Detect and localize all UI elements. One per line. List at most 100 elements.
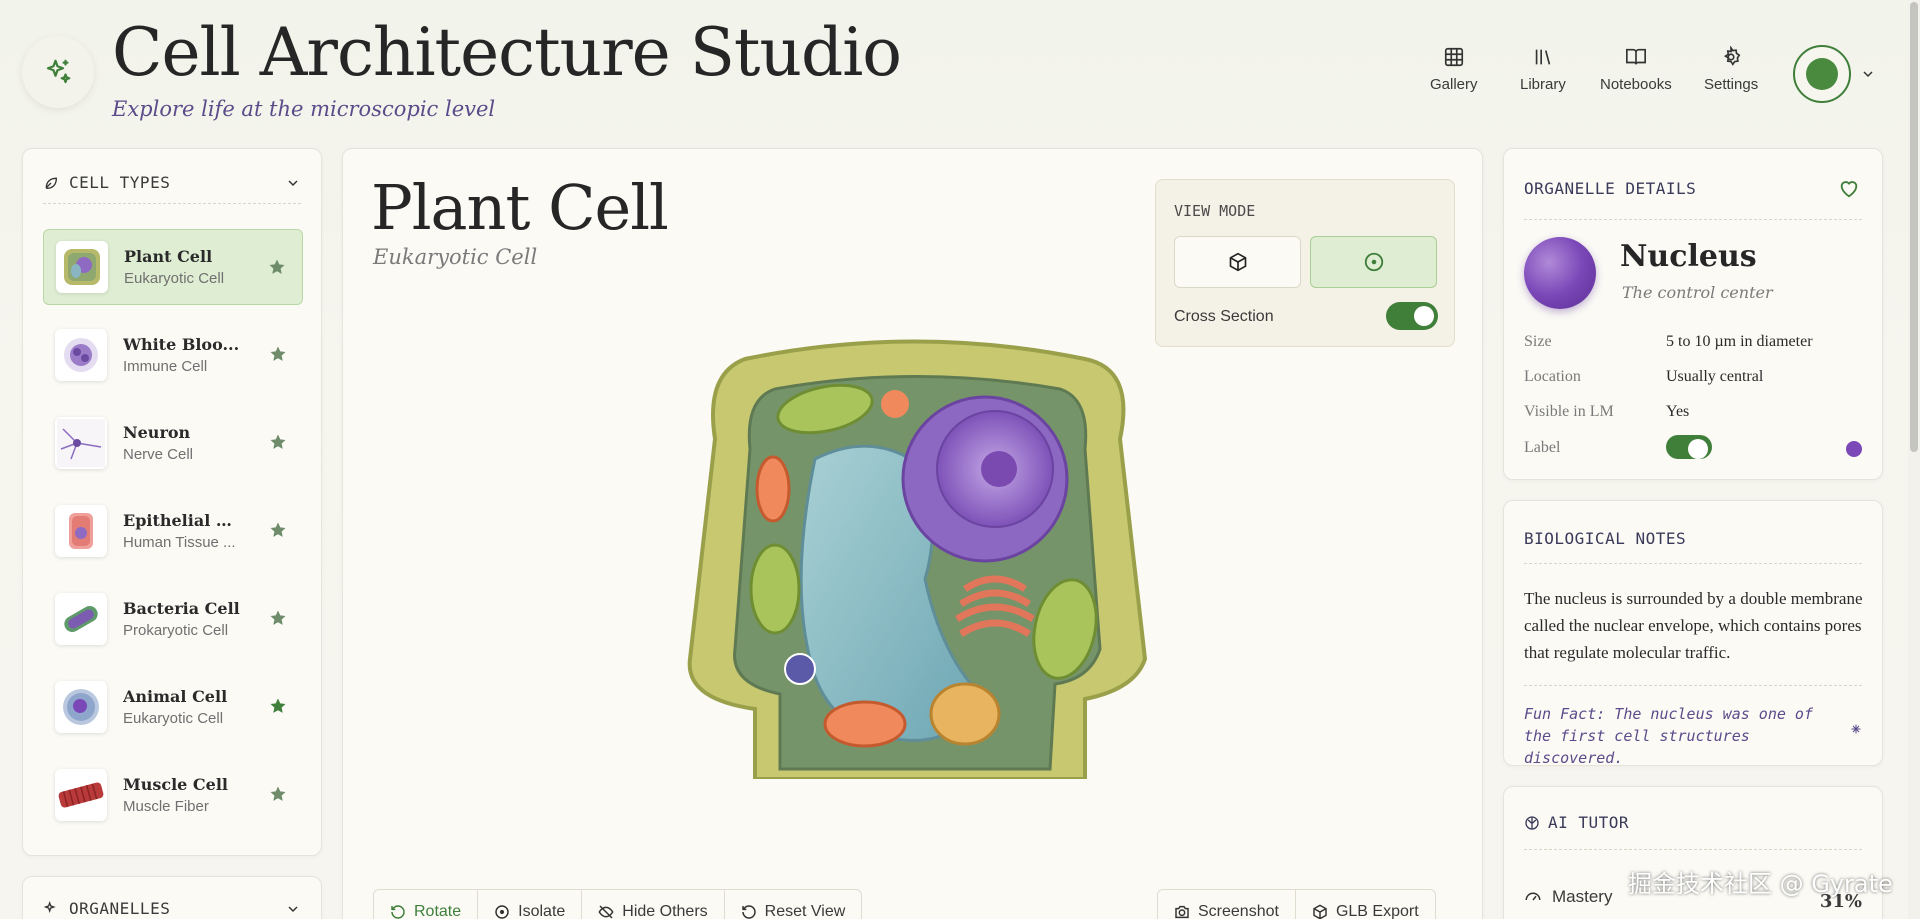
cross-section-label: Cross Section (1174, 308, 1274, 325)
star-icon[interactable] (268, 258, 286, 276)
view-cross-section-button[interactable] (1310, 236, 1437, 288)
export-toolbar: Screenshot GLB Export (1157, 889, 1436, 919)
screenshot-label: Screenshot (1198, 903, 1279, 919)
divider (1524, 563, 1862, 564)
hide-others-button[interactable]: Hide Others (582, 890, 725, 919)
neuron-thumbnail (55, 417, 107, 469)
cell-item-epithelial[interactable]: Epithelial Cell Human Tissue ... (43, 493, 303, 569)
organelles-header[interactable]: ORGANELLES (43, 899, 301, 918)
notes-text: The nucleus is surrounded by a double me… (1524, 589, 1863, 662)
reset-view-label: Reset View (764, 903, 846, 919)
brain-icon (1525, 815, 1539, 830)
viewer-panel: Plant Cell Eukaryotic Cell VIEW MODE Cro… (342, 148, 1483, 919)
cell-name: White Bloo... (123, 335, 240, 354)
star-icon[interactable] (269, 433, 287, 451)
watermark: 掘金技术社区 @ Gyrate (1628, 870, 1893, 898)
chevron-down-icon[interactable] (1860, 66, 1876, 82)
rotate-button[interactable]: Rotate (374, 890, 479, 919)
cell-name: Neuron (123, 423, 191, 442)
cell-item-animal[interactable]: Animal Cell Eukaryotic Cell (43, 669, 303, 745)
glb-export-button[interactable]: GLB Export (1296, 890, 1435, 919)
star-icon[interactable] (269, 785, 287, 803)
view-3d-button[interactable] (1174, 236, 1301, 288)
nav-settings[interactable]: Settings (1704, 46, 1758, 93)
chevron-down-icon[interactable] (285, 175, 301, 191)
gear-icon (1724, 46, 1741, 66)
gauge-icon (1525, 892, 1541, 901)
chevron-down-icon[interactable] (285, 901, 301, 917)
prop-value-size: 5 to 10 µm in diameter (1666, 333, 1813, 350)
bacteria-cell-thumbnail (55, 593, 107, 645)
cross-section-toggle[interactable] (1386, 302, 1438, 330)
target-icon (1364, 252, 1383, 272)
nav-label: Library (1520, 76, 1566, 93)
isolate-button[interactable]: Isolate (478, 890, 583, 919)
scrollbar-thumb[interactable] (1910, 2, 1918, 452)
nav-library[interactable]: Library (1520, 46, 1566, 93)
book-icon (1625, 48, 1646, 65)
prop-value-visible: Yes (1666, 403, 1690, 420)
avatar-dot (1806, 58, 1838, 90)
cell-item-bacteria[interactable]: Bacteria Cell Prokaryotic Cell (43, 581, 303, 657)
cell-name: Bacteria Cell (123, 599, 240, 618)
ai-tutor-panel: AI TUTOR Mastery 31% (1503, 786, 1883, 919)
cell-name: Epithelial Cell (123, 511, 243, 530)
prop-key-location: Location (1524, 368, 1581, 385)
avatar[interactable] (1793, 45, 1851, 103)
hide-others-label: Hide Others (622, 903, 708, 919)
star-icon-favorited[interactable] (269, 697, 287, 715)
cell-item-muscle[interactable]: Muscle Cell Muscle Fiber (43, 757, 303, 833)
cube-icon (1313, 904, 1327, 919)
prop-key-visible: Visible in LM (1524, 403, 1614, 420)
star-icon[interactable] (269, 521, 287, 539)
plant-cell-illustration[interactable] (665, 329, 1165, 779)
sparkles-icon (46, 59, 71, 84)
organelles-panel: ORGANELLES (22, 876, 322, 919)
nav-label: Settings (1704, 76, 1759, 93)
library-icon (1535, 49, 1551, 65)
prop-key-label: Label (1524, 439, 1561, 456)
cell-subtitle: Eukaryotic Cell (373, 245, 538, 269)
app-subtitle: Explore life at the microscopic level (112, 97, 496, 121)
grid-icon (1444, 47, 1463, 67)
organelle-details-title: ORGANELLE DETAILS (1524, 179, 1697, 198)
organelle-name: Nucleus (1620, 239, 1757, 274)
leaf-icon (45, 177, 58, 189)
reset-view-button[interactable]: Reset View (725, 890, 862, 919)
nucleus-preview (1524, 237, 1596, 309)
star-icon[interactable] (269, 609, 287, 627)
cell-title: Plant Cell (371, 171, 669, 244)
label-toggle[interactable] (1666, 435, 1712, 459)
biological-notes-title: BIOLOGICAL NOTES (1524, 529, 1687, 548)
nav-notebooks[interactable]: Notebooks (1600, 46, 1672, 93)
nav-gallery[interactable]: Gallery (1430, 46, 1478, 93)
mastery-label: Mastery (1552, 887, 1613, 906)
prop-key-size: Size (1524, 333, 1552, 350)
nav-label: Gallery (1430, 76, 1478, 93)
sparkle-icon (1851, 724, 1861, 734)
cell-subtitle: Human Tissue ... (123, 534, 236, 551)
star-icon[interactable] (269, 345, 287, 363)
cell-types-header[interactable]: CELL TYPES (43, 173, 301, 192)
app-logo[interactable] (22, 36, 94, 108)
view-mode-title: VIEW MODE (1174, 202, 1256, 220)
biological-notes-panel: BIOLOGICAL NOTES The nucleus is surround… (1503, 500, 1883, 767)
screenshot-button[interactable]: Screenshot (1158, 890, 1296, 919)
cell-item-white-blood[interactable]: White Bloo... Immune Cell (43, 317, 303, 393)
rotate-icon (391, 905, 405, 919)
cell-subtitle: Prokaryotic Cell (123, 622, 229, 639)
ai-tutor-title: AI TUTOR (1548, 813, 1630, 832)
reset-icon (741, 905, 756, 919)
label-color-swatch[interactable] (1846, 441, 1862, 457)
cell-item-plant[interactable]: Plant Cell Eukaryotic Cell (43, 229, 303, 305)
cell-name: Animal Cell (123, 687, 228, 706)
divider (1524, 849, 1862, 850)
organelle-details-panel: ORGANELLE DETAILS Nucleus The control ce… (1503, 148, 1883, 480)
cell-subtitle: Eukaryotic Cell (123, 710, 224, 727)
cell-subtitle: Immune Cell (123, 358, 208, 375)
cell-item-neuron[interactable]: Neuron Nerve Cell (43, 405, 303, 481)
ai-tutor-header: AI TUTOR (1524, 813, 1629, 832)
eye-off-icon (598, 905, 614, 919)
divider (43, 203, 301, 204)
heart-icon[interactable] (1838, 177, 1860, 199)
